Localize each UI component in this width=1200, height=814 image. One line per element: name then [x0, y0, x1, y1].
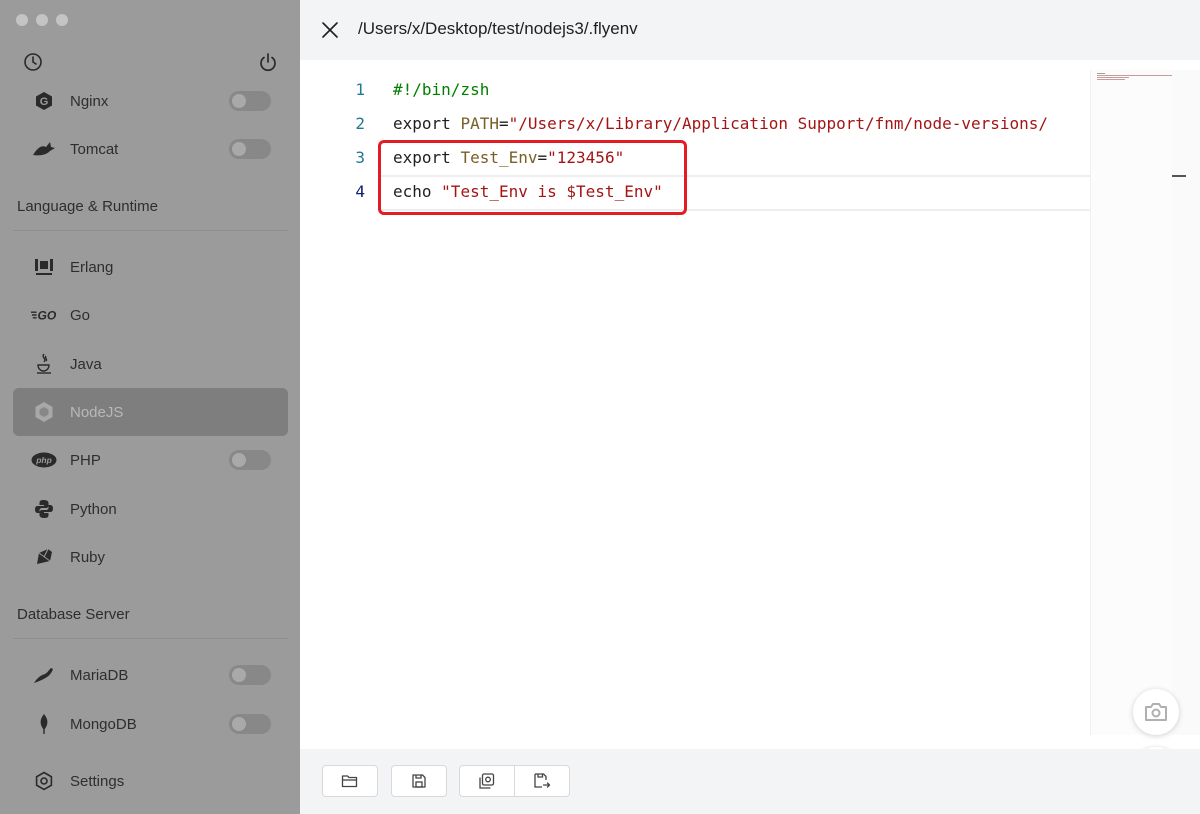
sidebar-item-label: Java	[70, 355, 102, 373]
line-number: 3	[355, 148, 365, 167]
open-folder-icon	[341, 775, 358, 788]
group-title-database-server: Database Server	[17, 606, 130, 623]
code-operator: =	[498, 114, 509, 133]
editor-scrollbar[interactable]	[1172, 70, 1200, 735]
line-number: 1	[355, 80, 365, 99]
power-icon[interactable]	[258, 52, 278, 72]
line-number: 2	[355, 114, 365, 133]
save-icon	[412, 774, 426, 788]
php-icon: php	[31, 447, 57, 473]
sidebar-item-label: Tomcat	[70, 140, 119, 158]
nodejs-icon	[31, 399, 57, 425]
sidebar-item-ruby[interactable]: Ruby	[13, 533, 288, 581]
file-path-title: /Users/x/Desktop/test/nodejs3/.flyenv	[358, 19, 638, 38]
window-minimize-button[interactable]	[36, 14, 48, 26]
go-icon: GO	[31, 302, 57, 328]
screenshot-button[interactable]	[1133, 689, 1179, 735]
minimap-line	[1097, 79, 1125, 80]
close-icon[interactable]	[320, 20, 340, 40]
sidebar-item-label: Nginx	[70, 92, 109, 110]
minimap-line	[1097, 73, 1105, 74]
open-in-file-button[interactable]	[459, 765, 515, 797]
gear-icon	[31, 768, 57, 794]
sidebar-item-label: MongoDB	[70, 715, 137, 733]
sidebar-item-mariadb[interactable]: MariaDB	[13, 651, 288, 699]
sidebar-item-label: PHP	[70, 451, 101, 469]
line-number: 4	[355, 182, 365, 201]
mongodb-icon	[31, 711, 57, 737]
sidebar-item-go[interactable]: GO Go	[13, 291, 288, 339]
sidebar-item-nodejs[interactable]: NodeJS	[13, 388, 288, 436]
sidebar-item-label: MariaDB	[70, 666, 129, 684]
sidebar-item-label: Ruby	[70, 548, 106, 566]
tomcat-toggle[interactable]	[229, 139, 271, 159]
window-close-button[interactable]	[16, 14, 28, 26]
svg-text:G: G	[40, 96, 49, 108]
sidebar-item-mongodb[interactable]: MongoDB	[13, 700, 288, 748]
save-button[interactable]	[391, 765, 447, 797]
drawer-footer	[300, 749, 1200, 814]
annotation-highlight-box	[378, 140, 687, 215]
code-keyword: export	[393, 114, 461, 133]
code-string: "/Users/x/Library/Application Support/fn…	[508, 114, 1049, 133]
line-code: export PATH="/Users/x/Library/Applicatio…	[393, 114, 1048, 133]
java-icon	[31, 351, 57, 377]
group-title-language-runtime: Language & Runtime	[17, 198, 158, 215]
editor-line[interactable]: 2 export PATH="/Users/x/Library/Applicat…	[300, 106, 1090, 140]
code-comment: #!/bin/zsh	[393, 80, 490, 99]
sidebar-item-nginx[interactable]: G Nginx	[13, 77, 288, 125]
save-as-button[interactable]	[514, 765, 570, 797]
minimap-line	[1097, 77, 1129, 78]
sidebar-item-label: Python	[70, 500, 117, 518]
tomcat-icon	[31, 136, 57, 162]
sidebar-item-settings[interactable]: Settings	[13, 757, 288, 805]
sidebar-item-label: Erlang	[70, 258, 114, 276]
erlang-icon	[31, 254, 57, 280]
drawer-header: /Users/x/Desktop/test/nodejs3/.flyenv	[300, 0, 1200, 60]
window-controls	[16, 14, 68, 26]
divider	[13, 638, 288, 639]
nginx-toggle[interactable]	[229, 91, 271, 111]
scroll-position-marker	[1172, 175, 1186, 177]
sidebar-item-java[interactable]: Java	[13, 340, 288, 388]
python-icon	[31, 496, 57, 522]
sidebar: G Nginx Tomcat Language & Runtime Erlang…	[0, 0, 300, 814]
mariadb-icon	[31, 662, 57, 688]
sidebar-item-erlang[interactable]: Erlang	[13, 243, 288, 291]
editor-line[interactable]: 1 #!/bin/zsh	[300, 72, 1090, 106]
camera-icon	[1145, 703, 1167, 721]
php-toggle[interactable]	[229, 450, 271, 470]
sidebar-item-label: NodeJS	[70, 403, 124, 421]
editor-minimap[interactable]	[1090, 70, 1173, 735]
svg-text:GO: GO	[38, 309, 57, 322]
minimap-line	[1097, 75, 1173, 76]
window-zoom-button[interactable]	[56, 14, 68, 26]
mariadb-toggle[interactable]	[229, 665, 271, 685]
open-folder-button[interactable]	[322, 765, 378, 797]
sidebar-item-label: Settings	[70, 772, 125, 790]
save-as-icon	[534, 773, 551, 788]
nginx-icon: G	[31, 88, 57, 114]
svg-text:php: php	[35, 455, 52, 465]
mongodb-toggle[interactable]	[229, 714, 271, 734]
env-file-drawer: /Users/x/Desktop/test/nodejs3/.flyenv 1 …	[300, 0, 1200, 814]
sidebar-item-python[interactable]: Python	[13, 485, 288, 533]
clock-icon[interactable]	[23, 52, 43, 72]
code-editor[interactable]: 1 #!/bin/zsh 2 export PATH="/Users/x/Lib…	[300, 60, 1200, 749]
sidebar-item-tomcat[interactable]: Tomcat	[13, 125, 288, 173]
divider	[13, 230, 288, 231]
ruby-icon	[31, 544, 57, 570]
open-in-file-icon	[479, 773, 495, 789]
code-variable: PATH	[460, 114, 499, 133]
line-code: #!/bin/zsh	[393, 80, 489, 99]
sidebar-item-label: Go	[70, 306, 91, 324]
sidebar-item-php[interactable]: php PHP	[13, 436, 288, 484]
